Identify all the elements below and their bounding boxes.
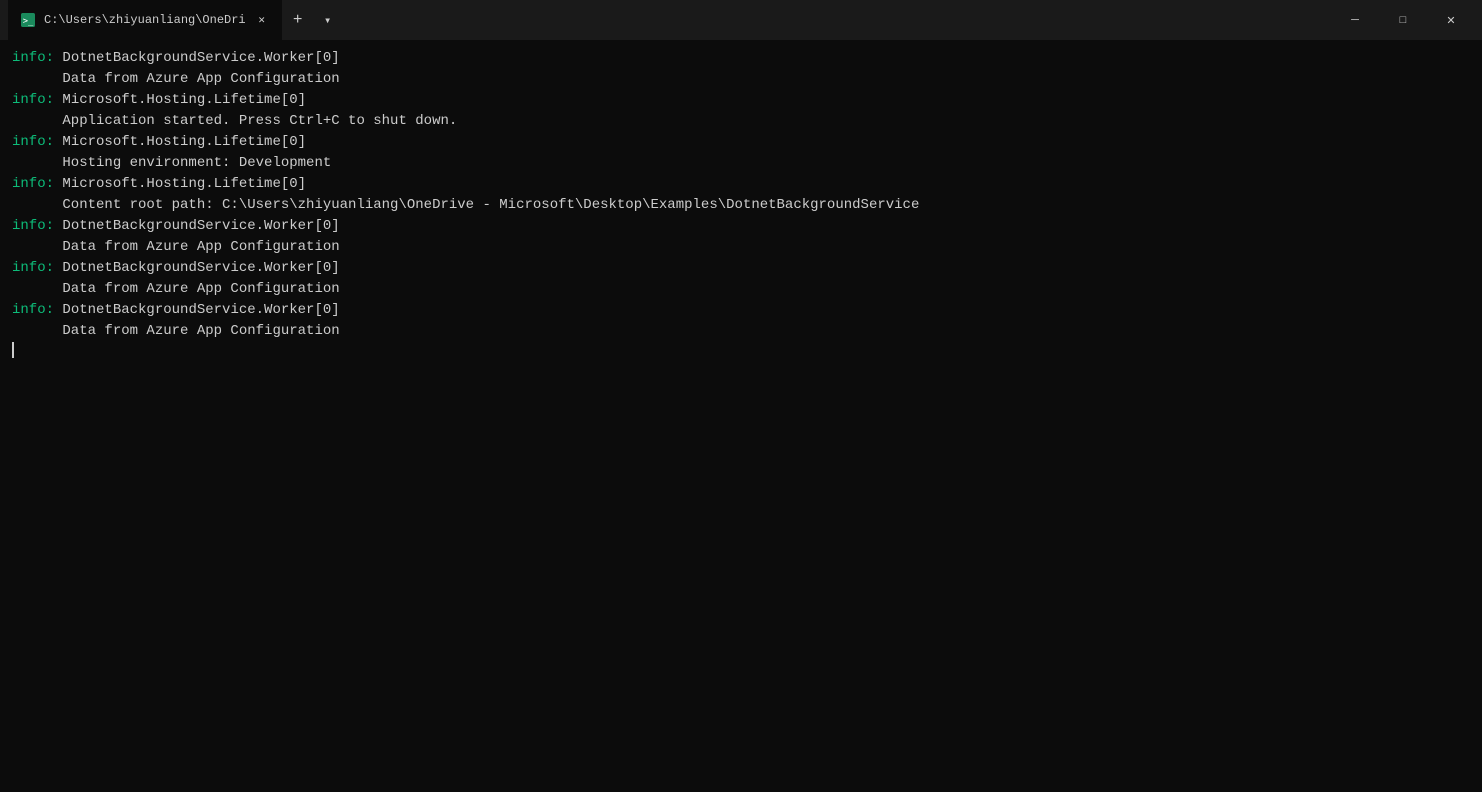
continuation-line: Hosting environment: Development <box>12 153 1470 174</box>
info-label: info: <box>12 216 54 237</box>
log-source: DotnetBackgroundService.Worker[0] <box>54 216 340 237</box>
window-controls: ─ □ ✕ <box>1332 4 1474 36</box>
terminal-icon: >_ <box>20 12 36 28</box>
info-label: info: <box>12 300 54 321</box>
continuation-line: Application started. Press Ctrl+C to shu… <box>12 111 1470 132</box>
terminal-cursor <box>12 342 14 358</box>
tab-area: >_ C:\Users\zhiyuanliang\OneDri ✕ + ▾ <box>8 0 1332 40</box>
close-button[interactable]: ✕ <box>1428 4 1474 36</box>
log-source: Microsoft.Hosting.Lifetime[0] <box>54 132 306 153</box>
continuation-line: Data from Azure App Configuration <box>12 279 1470 300</box>
tab-title: C:\Users\zhiyuanliang\OneDri <box>44 13 246 27</box>
log-message: Data from Azure App Configuration <box>12 69 340 90</box>
maximize-button[interactable]: □ <box>1380 4 1426 36</box>
continuation-line: Content root path: C:\Users\zhiyuanliang… <box>12 195 1470 216</box>
log-line: info: DotnetBackgroundService.Worker[0] <box>12 216 1470 237</box>
cursor-line <box>12 342 1470 358</box>
terminal-tab[interactable]: >_ C:\Users\zhiyuanliang\OneDri ✕ <box>8 0 282 40</box>
log-source: DotnetBackgroundService.Worker[0] <box>54 258 340 279</box>
log-line: info: Microsoft.Hosting.Lifetime[0] <box>12 174 1470 195</box>
info-label: info: <box>12 174 54 195</box>
log-source: Microsoft.Hosting.Lifetime[0] <box>54 174 306 195</box>
continuation-line: Data from Azure App Configuration <box>12 321 1470 342</box>
log-message: Data from Azure App Configuration <box>12 279 340 300</box>
log-message: Data from Azure App Configuration <box>12 321 340 342</box>
log-line: info: DotnetBackgroundService.Worker[0] <box>12 300 1470 321</box>
continuation-line: Data from Azure App Configuration <box>12 69 1470 90</box>
log-message: Content root path: C:\Users\zhiyuanliang… <box>12 195 919 216</box>
log-line: info: Microsoft.Hosting.Lifetime[0] <box>12 132 1470 153</box>
continuation-line: Data from Azure App Configuration <box>12 237 1470 258</box>
info-label: info: <box>12 132 54 153</box>
log-message: Hosting environment: Development <box>12 153 331 174</box>
svg-text:>_: >_ <box>23 17 34 27</box>
info-label: info: <box>12 48 54 69</box>
log-message: Data from Azure App Configuration <box>12 237 340 258</box>
minimize-button[interactable]: ─ <box>1332 4 1378 36</box>
log-source: DotnetBackgroundService.Worker[0] <box>54 300 340 321</box>
terminal-window: >_ C:\Users\zhiyuanliang\OneDri ✕ + ▾ ─ … <box>0 0 1482 792</box>
new-tab-button[interactable]: + <box>282 4 314 36</box>
log-line: info: DotnetBackgroundService.Worker[0] <box>12 48 1470 69</box>
log-source: DotnetBackgroundService.Worker[0] <box>54 48 340 69</box>
log-line: info: DotnetBackgroundService.Worker[0] <box>12 258 1470 279</box>
log-source: Microsoft.Hosting.Lifetime[0] <box>54 90 306 111</box>
title-bar: >_ C:\Users\zhiyuanliang\OneDri ✕ + ▾ ─ … <box>0 0 1482 40</box>
info-label: info: <box>12 258 54 279</box>
log-message: Application started. Press Ctrl+C to shu… <box>12 111 457 132</box>
log-line: info: Microsoft.Hosting.Lifetime[0] <box>12 90 1470 111</box>
tab-dropdown-button[interactable]: ▾ <box>314 6 342 34</box>
info-label: info: <box>12 90 54 111</box>
terminal-body[interactable]: info: DotnetBackgroundService.Worker[0] … <box>0 40 1482 792</box>
tab-close-button[interactable]: ✕ <box>254 12 270 28</box>
